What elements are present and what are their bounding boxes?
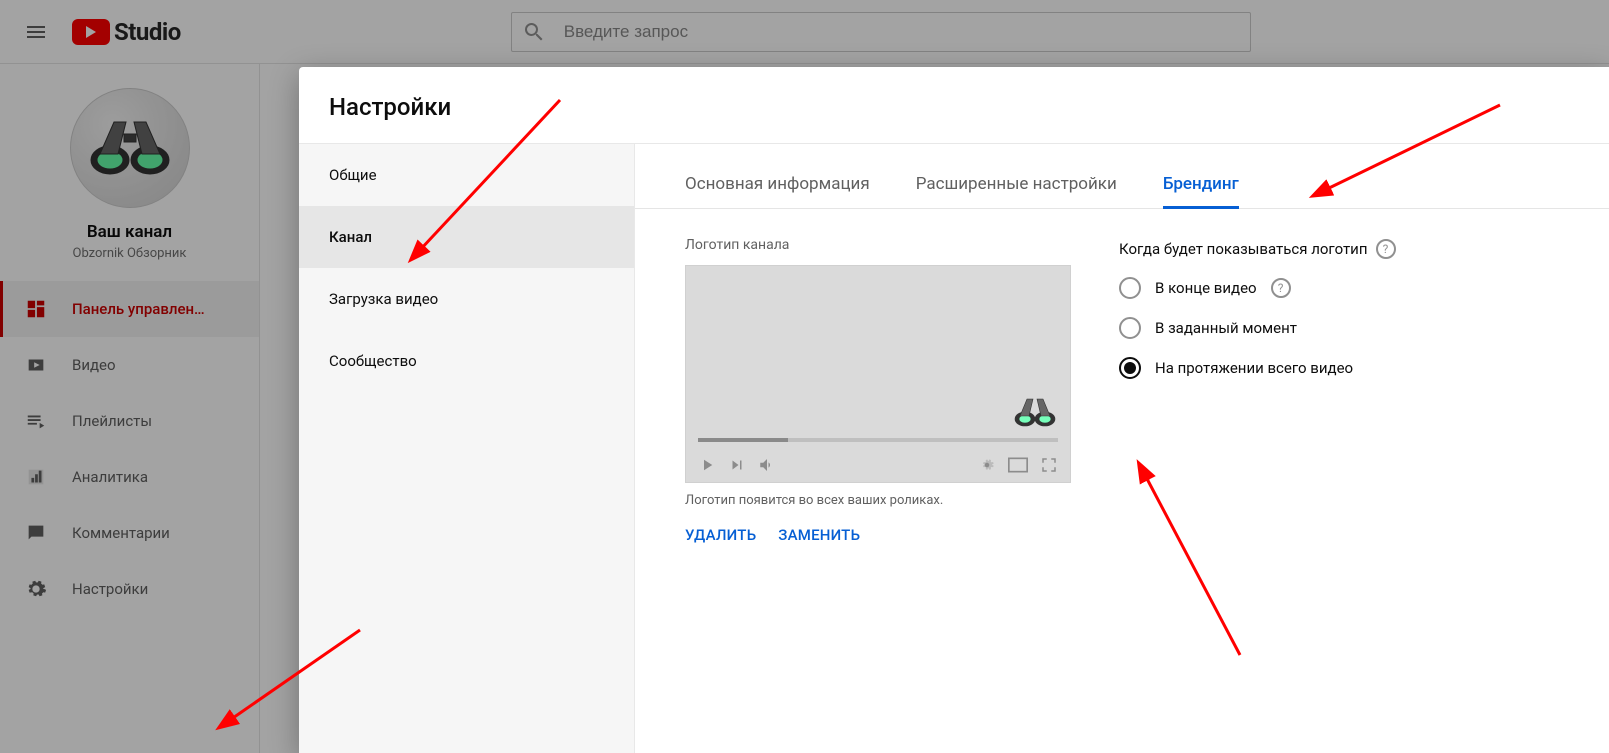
branding-left-column: Логотип канала [685, 237, 1071, 544]
theater-icon[interactable] [1008, 457, 1028, 473]
next-icon[interactable] [728, 456, 746, 474]
modal-nav-community[interactable]: Сообщество [299, 330, 634, 392]
video-controls [686, 448, 1070, 482]
modal-main: Основная информация Расширенные настройк… [635, 144, 1609, 753]
help-icon[interactable]: ? [1376, 239, 1396, 259]
radio-end-of-video[interactable]: В конце видео ? [1119, 277, 1559, 299]
replace-button[interactable]: ЗАМЕНИТЬ [778, 526, 860, 544]
progress-bar[interactable] [698, 438, 1058, 442]
settings-modal: Настройки Общие Канал Загрузка видео Соо… [299, 67, 1609, 753]
modal-nav-general[interactable]: Общие [299, 144, 634, 206]
display-time-heading: Когда будет показываться логотип ? [1119, 239, 1559, 259]
tab-branding[interactable]: Брендинг [1163, 174, 1239, 208]
radio-custom-time[interactable]: В заданный момент [1119, 317, 1559, 339]
gear-icon[interactable] [978, 456, 996, 474]
help-icon[interactable]: ? [1271, 278, 1291, 298]
section-label: Логотип канала [685, 237, 1071, 253]
video-preview [685, 265, 1071, 483]
modal-nav-channel[interactable]: Канал [299, 206, 634, 268]
modal-nav-upload[interactable]: Загрузка видео [299, 268, 634, 330]
radio-icon [1119, 277, 1141, 299]
radio-entire-video[interactable]: На протяжении всего видео [1119, 357, 1559, 379]
tab-advanced[interactable]: Расширенные настройки [916, 174, 1117, 208]
radio-label: В заданный момент [1155, 319, 1297, 337]
radio-icon [1119, 317, 1141, 339]
preview-caption: Логотип появится во всех ваших роликах. [685, 493, 1071, 508]
play-icon[interactable] [698, 456, 716, 474]
modal-title: Настройки [299, 67, 1609, 143]
tabs: Основная информация Расширенные настройк… [635, 144, 1609, 209]
binoculars-icon [1012, 394, 1058, 430]
modal-nav: Общие Канал Загрузка видео Сообщество [299, 144, 635, 753]
display-time-label: Когда будет показываться логотип [1119, 240, 1368, 258]
fullscreen-icon[interactable] [1040, 456, 1058, 474]
delete-button[interactable]: УДАЛИТЬ [685, 526, 756, 544]
watermark-preview [1012, 394, 1058, 430]
radio-label: На протяжении всего видео [1155, 359, 1353, 377]
radio-icon [1119, 357, 1141, 379]
radio-label: В конце видео [1155, 279, 1257, 297]
tab-basic-info[interactable]: Основная информация [685, 174, 870, 208]
volume-icon[interactable] [758, 456, 776, 474]
branding-right-column: Когда будет показываться логотип ? В кон… [1119, 237, 1559, 544]
